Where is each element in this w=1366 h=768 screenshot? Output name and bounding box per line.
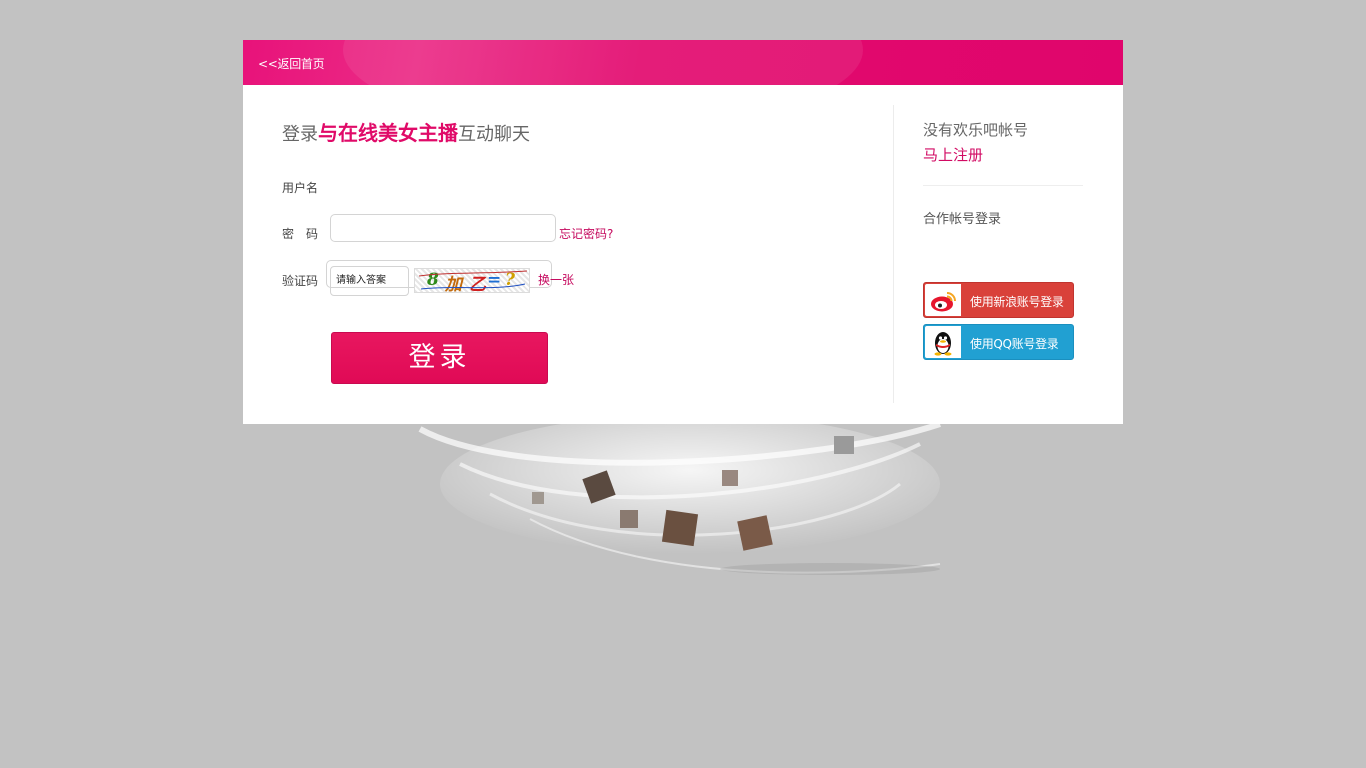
register-sidebar: 没有欢乐吧帐号 马上注册 合作帐号登录 使用新浪账号登录 使用QQ账号登录 [894, 85, 1123, 424]
sidebar-divider [923, 185, 1083, 186]
header-swoosh-decoration [343, 40, 863, 85]
username-label: 用户名 [282, 181, 319, 195]
login-form: 登录与在线美女主播互动聊天 用户名 密 码 忘记密码? 验证码 请输入答案 8 … [243, 85, 893, 424]
qq-button-label: 使用QQ账号登录 [970, 337, 1059, 351]
username-input[interactable] [330, 214, 556, 242]
captcha-input[interactable]: 请输入答案 [330, 266, 409, 296]
refresh-captcha-link[interactable]: 换一张 [538, 271, 574, 288]
register-link[interactable]: 马上注册 [923, 144, 983, 165]
forgot-password-link[interactable]: 忘记密码? [559, 225, 613, 242]
qq-penguin-icon [925, 326, 961, 358]
captcha-noise-lines [418, 270, 528, 290]
weibo-login-button[interactable]: 使用新浪账号登录 [923, 282, 1074, 318]
password-label: 密 码 [282, 227, 319, 241]
weibo-icon [925, 284, 961, 316]
weibo-button-label: 使用新浪账号登录 [970, 295, 1064, 309]
header-bar: <<返回首页 [243, 40, 1123, 85]
headline-suffix: 互动聊天 [458, 124, 530, 145]
login-panel: <<返回首页 登录与在线美女主播互动聊天 用户名 密 码 忘记密码? 验证码 请… [243, 40, 1123, 424]
captcha-input-placeholder: 请输入答案 [336, 275, 386, 286]
captcha-label: 验证码 [282, 274, 319, 288]
back-to-home-link[interactable]: <<返回首页 [258, 55, 325, 72]
captcha-image[interactable]: 8 加 乙 = ? [414, 268, 530, 293]
swirl-photo-decoration [418, 424, 941, 575]
partner-login-title: 合作帐号登录 [923, 212, 1002, 227]
login-button[interactable]: 登录 [331, 332, 548, 384]
headline-prefix: 登录 [282, 124, 318, 145]
headline-emphasis: 与在线美女主播 [318, 121, 458, 145]
no-account-text: 没有欢乐吧帐号 [923, 121, 1029, 139]
qq-login-button[interactable]: 使用QQ账号登录 [923, 324, 1074, 360]
login-headline: 登录与在线美女主播互动聊天 [282, 117, 530, 146]
